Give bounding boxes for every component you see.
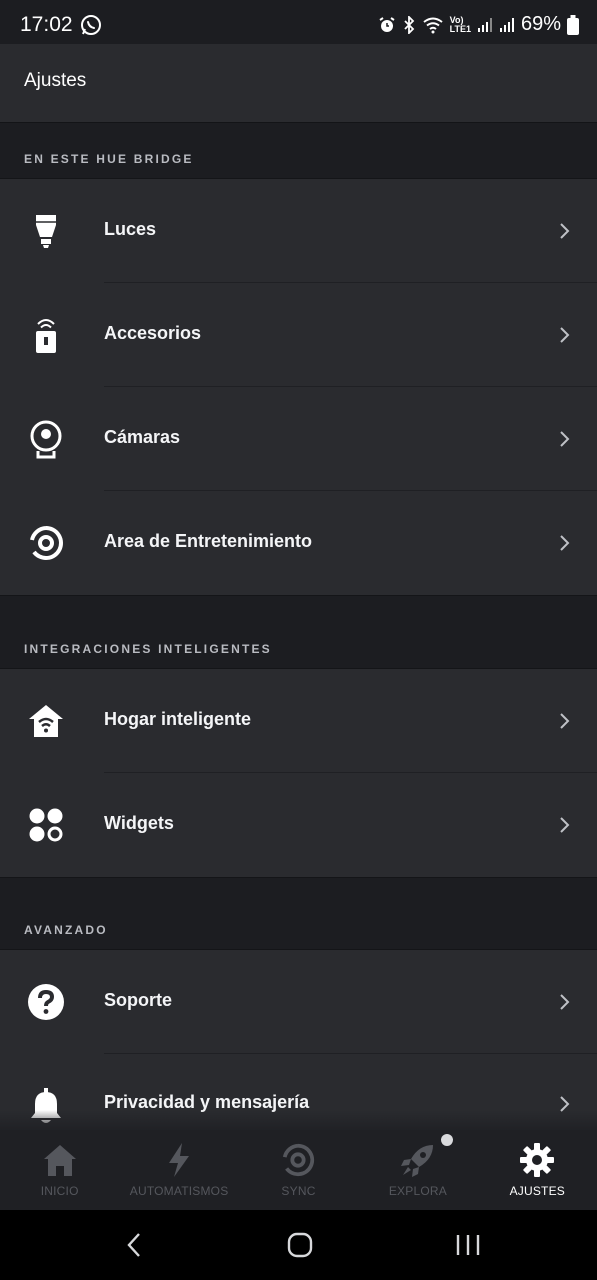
chevron-right-icon bbox=[559, 992, 571, 1012]
signal-icon-2 bbox=[499, 17, 515, 33]
chevron-right-icon bbox=[559, 325, 571, 345]
tab-automatismos[interactable]: AUTOMATISMOS bbox=[119, 1130, 238, 1210]
chevron-right-icon bbox=[559, 221, 571, 241]
gear-icon bbox=[517, 1140, 557, 1180]
remote-icon bbox=[26, 315, 66, 355]
settings-row-widgets[interactable]: Widgets bbox=[0, 773, 597, 877]
settings-row-support[interactable]: Soporte bbox=[0, 950, 597, 1054]
chevron-right-icon bbox=[559, 711, 571, 731]
wifi-icon bbox=[422, 16, 444, 34]
tab-label-sync: SYNC bbox=[281, 1184, 316, 1198]
chevron-right-icon bbox=[559, 815, 571, 835]
tab-bar-fade bbox=[0, 1110, 597, 1132]
section-label-hue-bridge: EN ESTE HUE BRIDGE bbox=[24, 152, 194, 166]
android-nav-bar bbox=[0, 1210, 597, 1280]
tab-label-explora: EXPLORA bbox=[388, 1184, 447, 1198]
row-label-entertainment-area: Area de Entretenimiento bbox=[104, 531, 313, 551]
section-integrations: Hogar inteligente Widgets bbox=[0, 668, 597, 878]
section-label-advanced: AVANZADO bbox=[24, 923, 108, 937]
row-label-widgets: Widgets bbox=[104, 813, 174, 833]
chevron-right-icon bbox=[559, 429, 571, 449]
alarm-icon bbox=[378, 16, 396, 34]
whatsapp-icon bbox=[80, 14, 102, 41]
settings-row-cameras[interactable]: Cámaras bbox=[0, 387, 597, 491]
home-button[interactable] bbox=[280, 1230, 320, 1260]
row-label-smart-home: Hogar inteligente bbox=[104, 709, 252, 729]
signal-icon bbox=[477, 17, 493, 33]
back-button[interactable] bbox=[114, 1230, 154, 1260]
chevron-right-icon bbox=[559, 533, 571, 553]
tab-inicio[interactable]: INICIO bbox=[0, 1130, 119, 1210]
status-time: 17:02 bbox=[20, 13, 73, 36]
battery-icon bbox=[567, 14, 579, 35]
settings-row-entertainment-area[interactable]: Area de Entretenimiento bbox=[0, 491, 597, 595]
row-label-lights: Luces bbox=[104, 219, 157, 239]
settings-row-lights[interactable]: Luces bbox=[0, 179, 597, 283]
battery-text: 69% bbox=[520, 13, 561, 35]
app-header: Ajustes bbox=[0, 44, 597, 123]
widgets-icon bbox=[26, 805, 66, 845]
home-icon bbox=[40, 1140, 80, 1180]
tab-label-ajustes: AJUSTES bbox=[509, 1184, 565, 1198]
bulb-icon bbox=[26, 211, 66, 251]
notification-dot bbox=[441, 1134, 454, 1146]
tab-label-automatismos: AUTOMATISMOS bbox=[129, 1184, 229, 1198]
tab-explora[interactable]: EXPLORA bbox=[358, 1130, 477, 1210]
camera-icon bbox=[26, 419, 66, 459]
help-icon bbox=[26, 982, 66, 1022]
tab-sync[interactable]: SYNC bbox=[239, 1130, 358, 1210]
recents-button[interactable] bbox=[448, 1230, 488, 1260]
page-title: Ajustes bbox=[24, 70, 87, 91]
section-hue-bridge: Luces Accesorios Cámaras Area de Entrete… bbox=[0, 178, 597, 596]
smart-home-icon bbox=[26, 701, 66, 741]
lightning-icon bbox=[159, 1140, 199, 1180]
entertainment-icon bbox=[26, 523, 66, 563]
bottom-tab-bar: INICIO AUTOMATISMOS SYNC EXPLORA AJUSTES bbox=[0, 1130, 597, 1210]
row-label-cameras: Cámaras bbox=[104, 427, 181, 447]
row-label-accessories: Accesorios bbox=[104, 323, 202, 343]
status-icons: Vo) LTE1 69% bbox=[378, 13, 579, 36]
rocket-icon bbox=[398, 1140, 438, 1180]
status-bar: 17:02 Vo) LTE1 69% bbox=[0, 0, 597, 44]
volte-indicator: Vo) LTE1 bbox=[449, 14, 471, 34]
sync-icon bbox=[278, 1140, 318, 1180]
section-label-integrations: INTEGRACIONES INTELIGENTES bbox=[24, 642, 272, 656]
bluetooth-icon bbox=[402, 15, 416, 34]
settings-row-accessories[interactable]: Accesorios bbox=[0, 283, 597, 387]
row-label-support: Soporte bbox=[104, 990, 173, 1010]
tab-ajustes[interactable]: AJUSTES bbox=[478, 1130, 597, 1210]
tab-label-inicio: INICIO bbox=[40, 1184, 79, 1198]
settings-row-smart-home[interactable]: Hogar inteligente bbox=[0, 669, 597, 773]
